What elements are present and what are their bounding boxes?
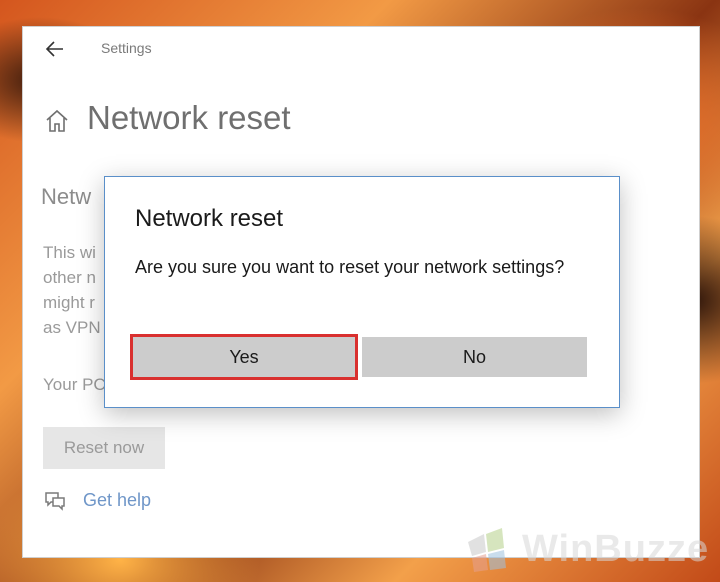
restart-note: Your PC — [43, 375, 106, 394]
dialog-title: Network reset — [135, 205, 284, 232]
network-reset-dialog: Network reset Are you sure you want to r… — [104, 176, 620, 408]
window-title: Settings — [101, 40, 152, 56]
get-help-link[interactable]: Get help — [83, 490, 151, 511]
no-button[interactable]: No — [362, 337, 587, 377]
yes-button[interactable]: Yes — [130, 334, 358, 380]
title-bar: Settings — [23, 27, 699, 71]
winbuzzer-logo-icon — [468, 528, 506, 572]
watermark-text: WinBuzze — [522, 527, 710, 570]
chat-bubble-icon — [45, 492, 65, 511]
watermark: WinBuzze — [462, 524, 709, 574]
get-help-row[interactable]: Get help — [43, 487, 151, 513]
dialog-message: Are you sure you want to reset your netw… — [135, 257, 565, 277]
section-heading: Netw — [41, 184, 92, 209]
arrow-left-icon[interactable] — [43, 37, 67, 61]
reset-now-button[interactable]: Reset now — [43, 427, 165, 469]
home-icon — [46, 109, 68, 132]
page-title: Network reset — [87, 99, 291, 136]
